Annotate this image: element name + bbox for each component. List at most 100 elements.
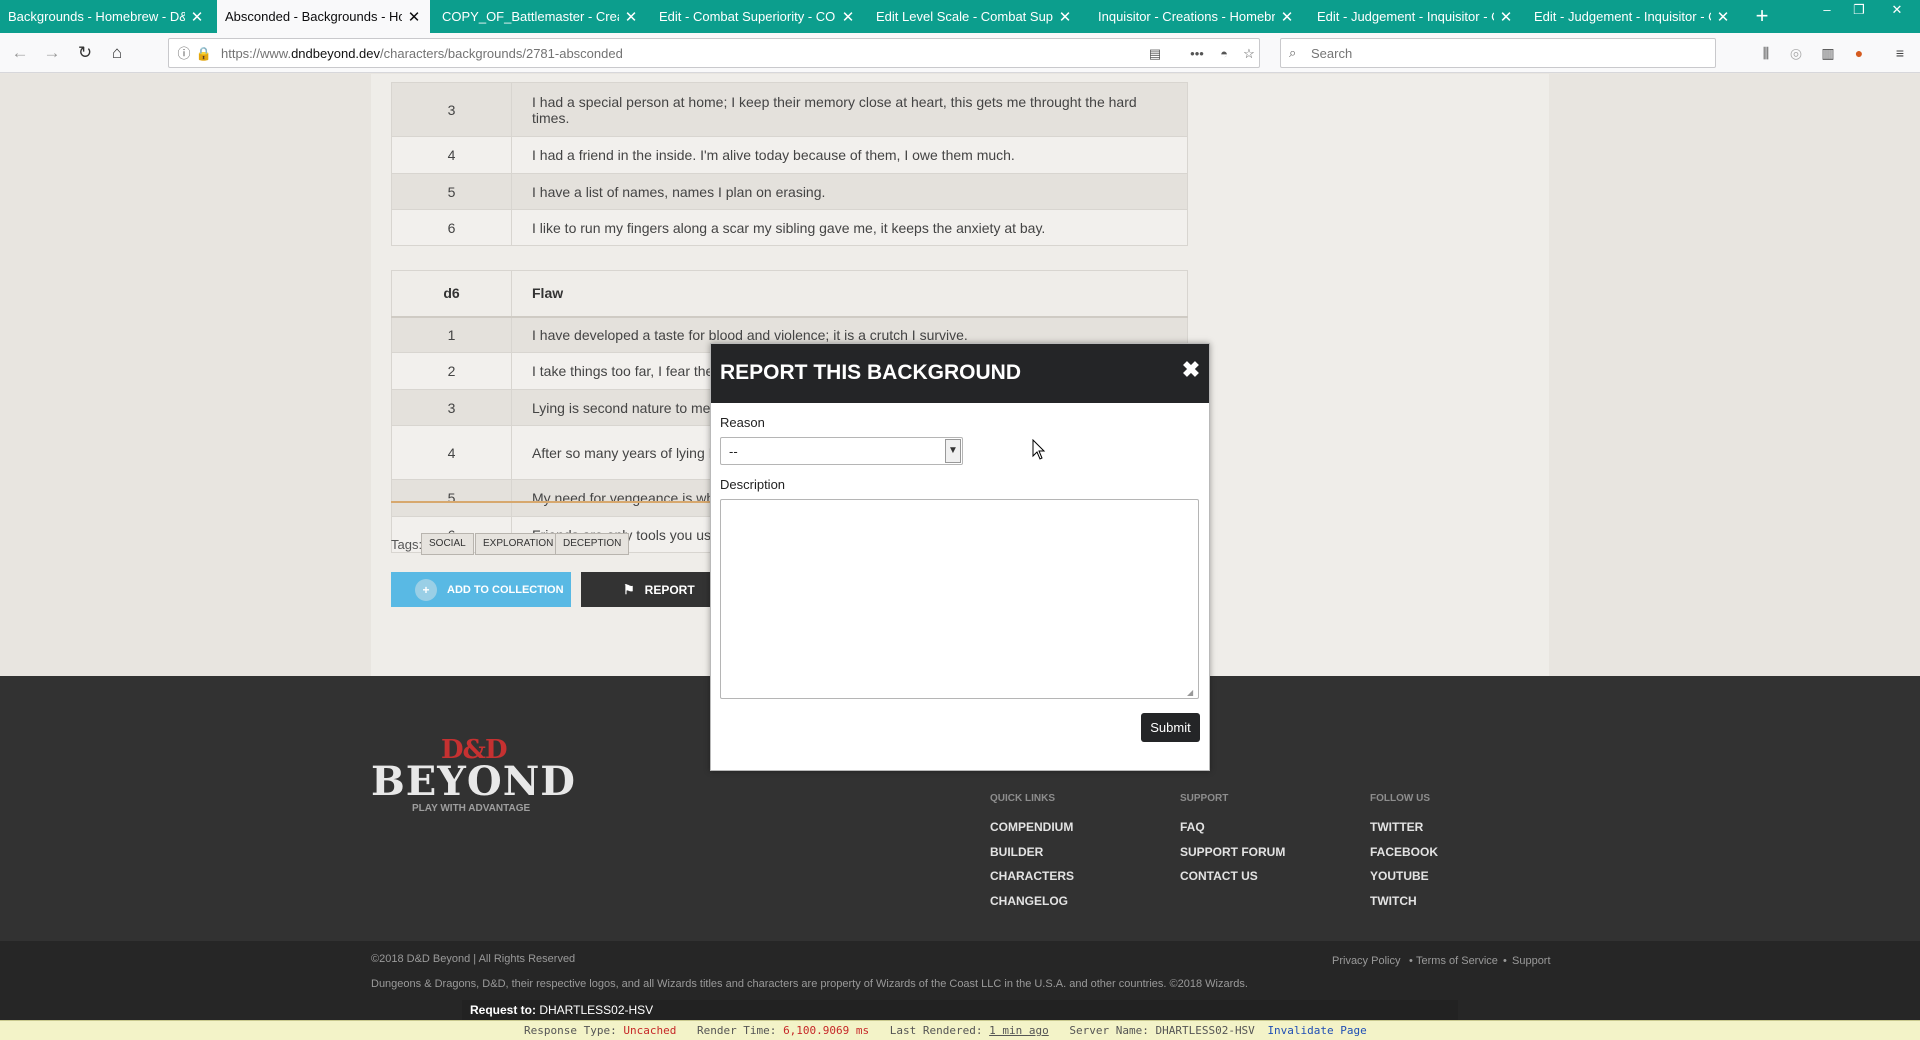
tag-deception[interactable]: DECEPTION [555,533,630,555]
reader-view-icon[interactable]: ▤ [1146,45,1164,63]
tab-title: Backgrounds - Homebrew - D&D [8,9,185,24]
row-text: I like to run my fingers along a scar my… [511,209,1188,246]
last-rendered-value: 1 min ago [989,1024,1049,1037]
tab-battlemaster[interactable]: COPY_OF_Battlemaster - Creation ✕ [434,0,647,33]
tab-close-icon[interactable]: ✕ [1498,8,1514,26]
tag-social[interactable]: SOCIAL [421,533,474,555]
table-row: 6 I like to run my fingers along a scar … [391,209,1188,246]
report-button[interactable]: ⚑ REPORT [581,572,721,607]
reason-select[interactable]: -- ▼ [720,437,963,465]
forward-icon[interactable]: → [40,41,64,65]
extension-icon[interactable]: ◎ [1786,43,1806,63]
chevron-down-icon[interactable]: ▼ [945,439,961,463]
footer-link-builder[interactable]: BUILDER [990,845,1043,859]
modal-title: REPORT THIS BACKGROUND [720,361,1022,384]
bookmark-star-icon[interactable]: ☆ [1240,45,1258,63]
menu-icon[interactable]: ≡ [1890,43,1910,63]
tab-level-scale[interactable]: Edit Level Scale - Combat Superio ✕ [868,0,1081,33]
pocket-icon[interactable]: ◓ [1215,45,1233,63]
invalidate-page-link[interactable]: Invalidate Page [1267,1024,1366,1037]
tab-close-icon[interactable]: ✕ [189,8,205,26]
logo-tagline: PLAY WITH ADVANTAGE [412,803,531,814]
footer-link-support-forum[interactable]: SUPPORT FORUM [1180,845,1285,859]
report-label: REPORT [644,582,695,597]
footer-heading-support: SUPPORT [1180,793,1229,804]
tab-title: Edit Level Scale - Combat Superio [876,9,1053,24]
terms-of-service-link[interactable]: Terms of Service [1416,955,1498,967]
add-to-collection-button[interactable]: + ADD TO COLLECTION [391,572,571,607]
reason-label: Reason [720,415,765,430]
column-header-die: d6 [391,270,512,318]
submit-button[interactable]: Submit [1141,713,1200,742]
bonds-table: 3 I had a special person at home; I keep… [391,82,1188,246]
row-number: 6 [391,209,512,246]
tab-combat-superiority[interactable]: Edit - Combat Superiority - COPY ✕ [651,0,864,33]
table-header-row: d6 Flaw [391,270,1188,318]
tab-close-icon[interactable]: ✕ [623,8,639,26]
tab-close-icon[interactable]: ✕ [1279,8,1295,26]
dnd-beyond-logo[interactable]: D&D BEYOND PLAY WITH ADVANTAGE [371,735,575,815]
logo-beyond-text: BEYOND [371,758,576,805]
page-actions-icon[interactable]: ••• [1188,45,1206,63]
footer-link-characters[interactable]: CHARACTERS [990,869,1074,883]
footer-heading-quick-links: QUICK LINKS [990,793,1055,804]
footer-link-youtube[interactable]: YOUTUBE [1370,869,1429,883]
back-icon[interactable]: ← [8,41,32,65]
request-label: Request to: [470,1003,536,1017]
footer-link-compendium[interactable]: COMPENDIUM [990,820,1073,834]
collection-add-icon: + [415,578,437,601]
server-name-value: DHARTLESS02-HSV [1155,1024,1255,1037]
tab-close-icon[interactable]: ✕ [1715,8,1731,26]
tab-absconded[interactable]: Absconded - Backgrounds - Hom ✕ [217,0,430,33]
tab-title: Inquisitor - Creations - Homebrew [1098,9,1275,24]
search-icon: ⌕ [1289,45,1297,60]
sidebar-icon[interactable]: ▥ [1818,43,1838,63]
tab-title: Edit - Combat Superiority - COPY [659,9,836,24]
home-icon[interactable]: ⌂ [105,41,129,65]
new-tab-icon[interactable]: + [1748,0,1776,33]
footer-link-facebook[interactable]: FACEBOOK [1370,845,1438,859]
response-type-value: Uncached [623,1024,677,1037]
column-header-flaw: Flaw [511,270,1188,318]
row-number: 4 [391,425,512,480]
tab-inquisitor[interactable]: Inquisitor - Creations - Homebrew ✕ [1090,0,1303,33]
support-link[interactable]: Support [1512,955,1551,967]
footer-link-faq[interactable]: FAQ [1180,820,1205,834]
window-close-icon[interactable]: ✕ [1874,0,1920,22]
privacy-policy-link[interactable]: Privacy Policy [1332,955,1400,967]
close-icon[interactable]: ✖ [1181,358,1201,382]
tab-close-icon[interactable]: ✕ [406,8,422,26]
footer-link-changelog[interactable]: CHANGELOG [990,894,1068,908]
table-row: 3 I had a special person at home; I keep… [391,82,1188,137]
search-input[interactable] [1311,44,1701,62]
tab-backgrounds-homebrew[interactable]: Backgrounds - Homebrew - D&D ✕ [0,0,213,33]
tab-title: Edit - Judgement - Inquisitor - Cre [1534,9,1711,24]
tab-close-icon[interactable]: ✕ [1057,8,1073,26]
tab-title: Edit - Judgement - Inquisitor - Cre [1317,9,1494,24]
footer-link-twitch[interactable]: TWITCH [1370,894,1417,908]
footer-link-twitter[interactable]: TWITTER [1370,820,1423,834]
legal-separator: • [1409,955,1413,967]
tab-judgement-1[interactable]: Edit - Judgement - Inquisitor - Cre ✕ [1309,0,1522,33]
table-row: 4 I had a friend in the inside. I'm aliv… [391,136,1188,174]
search-bar[interactable]: ⌕ [1280,38,1716,68]
info-icon[interactable]: ⓘ [175,45,193,63]
tab-close-icon[interactable]: ✕ [840,8,856,26]
response-type-label: Response Type: [524,1024,617,1037]
reload-icon[interactable]: ↻ [73,41,97,65]
lock-icon[interactable]: 🔒 [195,45,213,63]
library-icon[interactable]: ⫼ [1756,43,1776,63]
footer-link-contact-us[interactable]: CONTACT US [1180,869,1258,883]
copyright-text: ©2018 D&D Beyond | All Rights Reserved [371,953,576,965]
description-textarea[interactable] [720,499,1199,699]
modal-header: REPORT THIS BACKGROUND ✖ [711,344,1209,403]
resize-grip-icon[interactable]: ◢ [1187,688,1197,698]
tab-judgement-2[interactable]: Edit - Judgement - Inquisitor - Cre ✕ [1526,0,1739,33]
row-text: I had a special person at home; I keep t… [511,82,1188,137]
addon-icon[interactable]: ● [1849,43,1869,63]
add-to-collection-label: ADD TO COLLECTION [447,583,564,596]
mouse-cursor-icon [1032,439,1046,460]
tag-exploration[interactable]: EXPLORATION [475,533,562,555]
description-label: Description [720,477,786,492]
url-bar[interactable]: ⓘ 🔒 https://www.dndbeyond.dev/characters… [168,38,1260,68]
